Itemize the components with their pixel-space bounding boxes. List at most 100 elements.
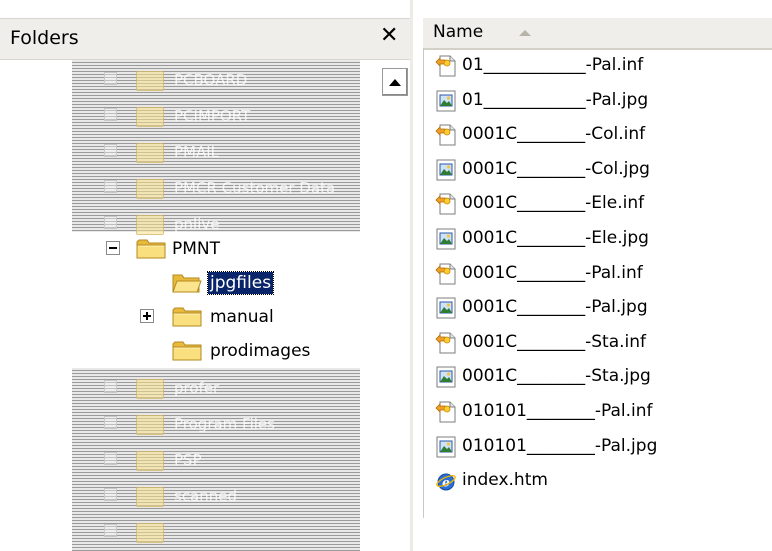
file-item[interactable]: e index.htm — [435, 465, 755, 499]
folder-icon — [136, 451, 164, 471]
obscured-folder-row[interactable]: PSP — [72, 442, 360, 478]
scroll-up-arrow-icon — [389, 79, 401, 86]
tree-item-manual[interactable]: manual — [0, 300, 380, 334]
file-name: 0001C________-Ele.jpg — [462, 228, 649, 248]
setup-info-file-icon — [435, 192, 457, 216]
file-item[interactable]: 0001C________-Ele.inf — [435, 188, 755, 222]
setup-info-file-icon — [435, 262, 457, 286]
file-name: 0001C________-Col.jpg — [462, 158, 650, 179]
name-column-label: Name — [433, 22, 484, 42]
obscured-folder-row[interactable]: profer — [72, 370, 360, 406]
obscured-folder-label: pnlive — [174, 215, 220, 233]
file-item[interactable]: 0001C________-Col.inf — [435, 119, 755, 153]
file-item[interactable]: 0001C________-Ele.jpg — [435, 223, 755, 257]
folders-header: Folders ✕ — [0, 18, 410, 60]
obscured-folder-row[interactable]: PCIMPORT — [72, 98, 360, 134]
obscured-folder-label: PCBOARD — [174, 71, 248, 89]
folder-icon — [172, 306, 202, 328]
obscured-folder-label: PMAIL — [174, 143, 220, 161]
obscured-folder-row[interactable] — [72, 514, 360, 550]
tree-item-label: prodimages — [210, 341, 311, 361]
folders-title: Folders — [10, 27, 79, 49]
file-item[interactable]: 010101________-Pal.inf — [435, 396, 755, 430]
list-border — [423, 48, 424, 518]
collapse-icon[interactable] — [106, 241, 120, 255]
expand-icon[interactable] — [104, 72, 117, 85]
folder-icon — [136, 523, 164, 543]
file-name: 010101________-Pal.jpg — [462, 435, 658, 456]
expand-icon[interactable] — [104, 108, 117, 121]
folder-open-icon — [172, 272, 202, 294]
sort-ascending-icon — [519, 30, 531, 36]
tree-item-label: PMNT — [172, 239, 221, 259]
obscured-folder-row[interactable]: PCBOARD — [72, 62, 360, 98]
file-item[interactable]: 01____________-Pal.jpg — [435, 85, 755, 119]
expand-icon[interactable] — [104, 416, 117, 429]
expand-icon[interactable] — [104, 144, 117, 157]
file-item[interactable]: 0001C________-Sta.inf — [435, 327, 755, 361]
folder-icon — [136, 143, 164, 163]
folder-icon — [136, 238, 166, 260]
folder-icon — [136, 107, 164, 127]
expand-icon[interactable] — [104, 180, 117, 193]
setup-info-file-icon — [435, 331, 457, 355]
tree-item-label: jpgfiles — [206, 271, 275, 295]
obscured-folder-row[interactable]: Program Files — [72, 406, 360, 442]
image-file-icon — [435, 435, 457, 459]
expand-icon[interactable] — [104, 488, 117, 501]
obscured-folder-rows-bottom: profer Program Files PSP scanned — [72, 368, 360, 551]
file-name: 010101________-Pal.inf — [462, 401, 653, 421]
folder-icon — [136, 415, 164, 435]
obscured-folder-label: PMCR Customer Data — [174, 179, 336, 197]
file-name: 0001C________-Pal.inf — [462, 262, 643, 283]
image-file-icon — [435, 158, 457, 182]
file-item[interactable]: 010101________-Pal.jpg — [435, 431, 755, 465]
expand-icon[interactable] — [104, 524, 117, 537]
image-file-icon — [435, 296, 457, 320]
folder-icon — [172, 340, 202, 362]
obscured-folder-label: profer — [174, 379, 220, 397]
file-name: 0001C________-Sta.inf — [462, 331, 647, 352]
setup-info-file-icon — [435, 54, 457, 78]
obscured-folder-label: scanned — [174, 487, 238, 505]
tree-item-jpgfiles[interactable]: jpgfiles — [0, 266, 380, 300]
file-item[interactable]: 01____________-Pal.inf — [435, 50, 755, 84]
folder-icon — [136, 379, 164, 399]
setup-info-file-icon — [435, 400, 457, 424]
expand-icon[interactable] — [104, 380, 117, 393]
file-item[interactable]: 0001C________-Pal.jpg — [435, 292, 755, 326]
internet-explorer-icon: e — [435, 469, 457, 493]
folder-icon — [136, 179, 164, 199]
file-item[interactable]: 0001C________-Col.jpg — [435, 154, 755, 188]
folders-pane: Folders ✕ PCBOARD PCIMPORT PMAIL PMCR Custo… — [0, 0, 410, 551]
folder-icon — [136, 487, 164, 507]
close-icon[interactable]: ✕ — [380, 23, 398, 48]
file-name: 0001C________-Pal.jpg — [462, 297, 648, 318]
obscured-folder-rows-top: PCBOARD PCIMPORT PMAIL PMCR Customer Data pn… — [72, 60, 360, 235]
folder-icon — [136, 71, 164, 91]
tree-item-prodimages[interactable]: prodimages — [0, 334, 380, 368]
obscured-folder-label: PCIMPORT — [174, 107, 251, 125]
name-column-header[interactable]: Name — [423, 18, 772, 50]
file-list-pane: Name 01____________-Pal.inf 01___________… — [413, 0, 772, 551]
tree-item-pmnt[interactable]: PMNT — [0, 232, 380, 266]
expand-icon[interactable] — [140, 309, 154, 323]
file-item[interactable]: 0001C________-Sta.jpg — [435, 361, 755, 395]
image-file-icon — [435, 365, 457, 389]
obscured-folder-row[interactable]: PMCR Customer Data — [72, 170, 360, 206]
file-name: 0001C________-Col.inf — [462, 124, 646, 145]
obscured-folder-label: Program Files — [174, 415, 275, 433]
obscured-folder-row[interactable]: PMAIL — [72, 134, 360, 170]
expand-icon[interactable] — [104, 216, 117, 229]
file-name: 0001C________-Sta.jpg — [462, 366, 651, 387]
file-name: 01____________-Pal.jpg — [462, 89, 649, 110]
obscured-folder-row[interactable]: scanned — [72, 478, 360, 514]
image-file-icon — [435, 89, 457, 113]
scroll-up-button[interactable] — [382, 68, 408, 96]
file-name: 0001C________-Ele.inf — [462, 193, 645, 214]
file-name: index.htm — [462, 470, 548, 491]
expand-icon[interactable] — [104, 452, 117, 465]
setup-info-file-icon — [435, 123, 457, 147]
file-item[interactable]: 0001C________-Pal.inf — [435, 258, 755, 292]
file-name: 01____________-Pal.inf — [462, 55, 644, 75]
